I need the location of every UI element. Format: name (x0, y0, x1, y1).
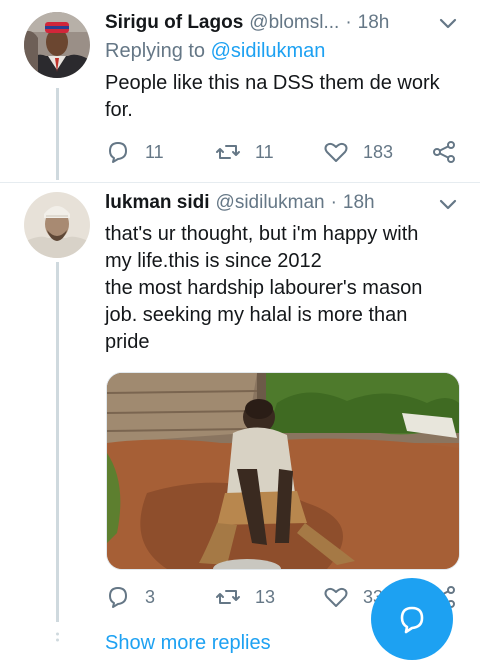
retweet-count: 11 (255, 141, 274, 162)
tweet-text-line: People like this na DSS them de work (105, 72, 440, 94)
timestamp[interactable]: 18h (358, 12, 390, 34)
chevron-down-icon[interactable] (438, 17, 458, 31)
reply-icon (109, 587, 127, 608)
chevron-down-icon[interactable] (438, 198, 458, 212)
tweet-photo[interactable] (106, 372, 460, 570)
reply-count: 3 (145, 586, 156, 607)
author-handle[interactable]: @sidilukman (216, 192, 325, 214)
reply-icon (109, 142, 127, 163)
replying-to-mention[interactable]: @sidilukman (211, 40, 326, 62)
tweet-text-line: for. (105, 99, 133, 121)
reply-count: 11 (145, 141, 164, 162)
compose-reply-icon (400, 606, 424, 634)
tweet-actions: 11 11 183 (105, 139, 460, 165)
timestamp[interactable]: 18h (343, 192, 375, 214)
replying-to-label: Replying to (105, 40, 206, 62)
tweet-header: Sirigu of Lagos @blomsl... · 18h (105, 10, 450, 36)
like-button[interactable]: 183 (323, 139, 393, 165)
more-replies-dots (56, 632, 59, 642)
avatar[interactable] (24, 12, 90, 78)
author-name[interactable]: lukman sidi (105, 192, 210, 214)
like-icon (324, 587, 348, 607)
share-icon (433, 141, 455, 163)
tweet-text-line: that's ur thought, but i'm happy with (105, 223, 419, 245)
retweet-icon (216, 145, 240, 159)
tweet-text: People like this na DSS them de work for… (105, 70, 455, 124)
retweet-icon (216, 590, 240, 604)
reply-button[interactable]: 3 (105, 584, 155, 610)
tweet-text-line: job. seeking my halal is more than (105, 304, 408, 326)
like-count: 183 (363, 141, 394, 162)
separator-dot: · (330, 192, 337, 213)
reply-button[interactable]: 11 (105, 139, 164, 165)
avatar[interactable] (24, 192, 90, 258)
tweet-text: that's ur thought, but i'm happy with my… (105, 221, 455, 356)
share-button[interactable] (431, 139, 457, 165)
show-more-replies-link[interactable]: Show more replies (105, 632, 271, 655)
tweet-header: lukman sidi @sidilukman · 18h (105, 190, 450, 216)
tweet-text-line: the most hardship labourer's mason (105, 277, 423, 299)
tweet-divider (0, 182, 480, 183)
tweet-text-line: pride (105, 331, 150, 353)
thread-line (56, 88, 59, 180)
like-icon (324, 142, 348, 162)
tweet-text-line: my life.this is since 2012 (105, 250, 322, 272)
retweet-button[interactable]: 11 (215, 139, 274, 165)
retweet-count: 13 (255, 586, 276, 607)
author-name[interactable]: Sirigu of Lagos (105, 12, 243, 34)
author-handle[interactable]: @blomsl... (249, 12, 339, 34)
thread-line (56, 262, 59, 622)
separator-dot: · (345, 12, 352, 33)
retweet-button[interactable]: 13 (215, 584, 275, 610)
replying-to: Replying to @sidilukman (105, 40, 325, 63)
